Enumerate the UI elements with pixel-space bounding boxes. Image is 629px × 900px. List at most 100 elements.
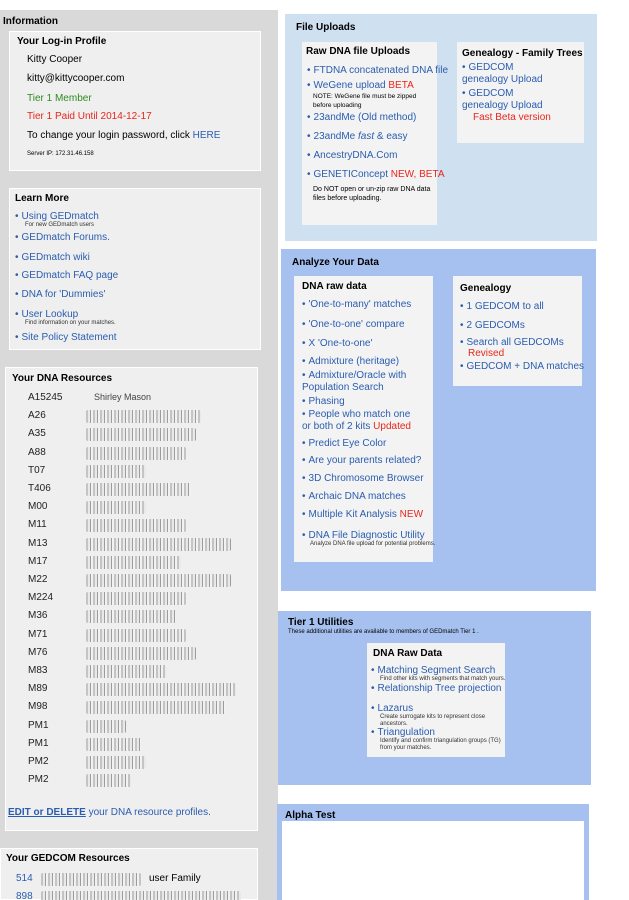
x-one-to-one-link[interactable]: X 'One-to-one' xyxy=(302,338,373,349)
tier1-subtitle: These additional utilities are available… xyxy=(288,629,479,635)
redacted-kit-name xyxy=(86,701,226,715)
eye-color-link[interactable]: Predict Eye Color xyxy=(302,438,387,449)
kit-id: M11 xyxy=(28,519,47,531)
one-gedcom-link[interactable]: 1 GEDCOM to all xyxy=(460,301,544,312)
learn-item-using-gedmatch[interactable]: Using GEDmatch xyxy=(15,211,99,222)
raw-upload-title: Raw DNA file Uploads xyxy=(306,46,411,57)
kit-id: A15245 xyxy=(28,392,63,403)
kit-id: PM2 xyxy=(28,774,49,786)
dna-kit-row[interactable]: PM1 xyxy=(28,720,49,731)
redacted-kit-name xyxy=(86,665,166,678)
tier-status: Tier 1 Member xyxy=(27,93,92,104)
server-ip: Server IP: 172.31.46.158 xyxy=(27,151,94,157)
edit-profiles-text: your DNA resource profiles. xyxy=(88,807,211,818)
redacted-kit-name xyxy=(86,501,146,515)
gedcom-upload-link[interactable]: GEDCOM genealogy Upload xyxy=(462,62,557,86)
dna-kit-row[interactable]: A26 xyxy=(28,410,46,421)
kit-id: T07 xyxy=(28,464,46,476)
raw-upload-box: Raw DNA file Uploads FTDNA concatenated … xyxy=(302,42,448,225)
dna-kit-row[interactable]: M89 xyxy=(28,683,47,694)
dna-kit-row[interactable]: M76 xyxy=(28,647,47,658)
dna-kit-row[interactable]: M22 xyxy=(28,574,47,585)
redacted-kit-name xyxy=(86,574,231,587)
gedcom-resources-title: Your GEDCOM Resources xyxy=(6,853,130,864)
dna-kit-row[interactable]: M11 xyxy=(28,519,47,530)
dna-kit-row[interactable]: M83 xyxy=(28,665,47,676)
admixture-link[interactable]: Admixture (heritage) xyxy=(302,356,400,367)
gedcom-dna-link[interactable]: GEDCOM + DNA matches xyxy=(460,361,585,372)
two-gedcoms-link[interactable]: 2 GEDCOMs xyxy=(460,320,525,331)
multiple-kit-link[interactable]: Multiple Kit Analysis NEW xyxy=(302,509,424,520)
edit-profiles-row: EDIT or DELETE your DNA resource profile… xyxy=(8,807,211,818)
phasing-link[interactable]: Phasing xyxy=(302,396,345,407)
kit-owner-name: Shirley Mason xyxy=(94,392,152,402)
oracle-link[interactable]: Admixture/Oracle with Population Search xyxy=(302,370,422,394)
kit-id: A88 xyxy=(28,446,46,458)
dna-kit-row[interactable]: M98 xyxy=(28,701,47,712)
redacted-kit-name xyxy=(86,628,186,642)
gedcom-row[interactable]: 898 xyxy=(16,891,33,900)
relationship-tree-link[interactable]: Relationship Tree projection xyxy=(371,683,502,694)
learn-item-policy[interactable]: Site Policy Statement xyxy=(15,332,117,343)
dna-kit-row[interactable]: A88 xyxy=(28,447,46,458)
dna-kit-row[interactable]: PM1 xyxy=(28,738,49,749)
learn-item-forums[interactable]: GEDmatch Forums. xyxy=(15,232,110,243)
dna-kit-row[interactable]: T07 xyxy=(28,465,45,476)
redacted-gedcom-name xyxy=(41,891,241,900)
dna-kit-row[interactable]: A35 xyxy=(28,428,46,439)
23andme-old-link[interactable]: 23andMe (Old method) xyxy=(307,112,417,123)
redacted-kit-name xyxy=(86,646,196,660)
dna-kit-row[interactable]: PM2 xyxy=(28,774,49,785)
edit-delete-link[interactable]: EDIT or DELETE xyxy=(8,807,86,818)
dna-kit-row[interactable]: PM2 xyxy=(28,756,49,767)
redacted-kit-name xyxy=(86,683,236,697)
23andme-fast-link[interactable]: 23andMe fast & easy xyxy=(307,131,408,142)
redacted-kit-name xyxy=(86,719,126,733)
ancestry-upload-link[interactable]: AncestryDNA.Com xyxy=(307,150,398,161)
lazarus-link[interactable]: Lazarus xyxy=(371,703,414,714)
dna-kit-row[interactable]: A15245 xyxy=(28,392,62,403)
dna-kit-row[interactable]: T406 xyxy=(28,483,51,494)
ftdna-upload-link[interactable]: FTDNA concatenated DNA file xyxy=(307,65,449,76)
dna-kit-row[interactable]: M224 xyxy=(28,592,53,603)
matching-segment-link[interactable]: Matching Segment Search xyxy=(371,665,496,676)
learn-item-user-lookup[interactable]: User Lookup xyxy=(15,309,79,320)
redacted-kit-name xyxy=(86,592,186,606)
kit-id: M36 xyxy=(28,610,48,622)
tier1-title: Tier 1 Utilities xyxy=(288,617,354,628)
dna-kit-row[interactable]: M36 xyxy=(28,610,47,621)
learn-item-wiki[interactable]: GEDmatch wiki xyxy=(15,252,90,263)
dna-kit-row[interactable]: M00 xyxy=(28,501,47,512)
redacted-kit-name xyxy=(86,464,146,478)
learn-item-dummies[interactable]: DNA for 'Dummies' xyxy=(15,289,106,300)
learn-item-faq[interactable]: GEDmatch FAQ page xyxy=(15,270,119,281)
triangulation-link[interactable]: Triangulation xyxy=(371,727,435,738)
kit-id: M89 xyxy=(28,683,48,695)
genealogy-analyze-title: Genealogy xyxy=(460,283,512,294)
tier1-dna-box: DNA Raw Data Matching Segment Search Fin… xyxy=(367,643,505,757)
one-to-many-link[interactable]: 'One-to-many' matches xyxy=(302,299,412,310)
one-to-one-link[interactable]: 'One-to-one' compare xyxy=(302,319,405,330)
diagnostic-utility-link[interactable]: DNA File Diagnostic Utility xyxy=(302,530,425,541)
dna-kit-row[interactable]: M71 xyxy=(28,629,47,640)
password-here-link[interactable]: HERE xyxy=(193,130,221,141)
dna-kit-row[interactable]: M13 xyxy=(28,538,47,549)
learn-item-lookup-note: Find information on your matches. xyxy=(25,320,116,326)
people-match-link[interactable]: People who match one or both of 2 kits U… xyxy=(302,409,412,433)
chromosome-browser-link[interactable]: 3D Chromosome Browser xyxy=(302,473,424,484)
redacted-kit-name xyxy=(86,428,196,442)
gedcom-upload-fast-link[interactable]: GEDCOM genealogy Upload xyxy=(462,88,557,112)
parents-related-link[interactable]: Are your parents related? xyxy=(302,455,422,466)
redacted-kit-name xyxy=(86,737,141,751)
archaic-dna-link[interactable]: Archaic DNA matches xyxy=(302,491,406,502)
geneticoncept-upload-link[interactable]: GENETIConcept NEW, BETA xyxy=(307,169,445,180)
search-gedcoms-link[interactable]: Search all GEDCOMs xyxy=(460,337,564,348)
wegene-upload-link[interactable]: WeGene upload BETA xyxy=(307,80,414,91)
dna-kit-row[interactable]: M17 xyxy=(28,556,47,567)
file-uploads-panel: File Uploads Raw DNA file Uploads FTDNA … xyxy=(285,14,597,241)
password-row: To change your login password, click HER… xyxy=(27,130,220,141)
gedcom-row[interactable]: 514 xyxy=(16,873,33,884)
redacted-gedcom-name xyxy=(41,873,141,886)
fast-beta-label: Fast Beta version xyxy=(473,112,551,123)
redacted-kit-name xyxy=(86,610,176,624)
